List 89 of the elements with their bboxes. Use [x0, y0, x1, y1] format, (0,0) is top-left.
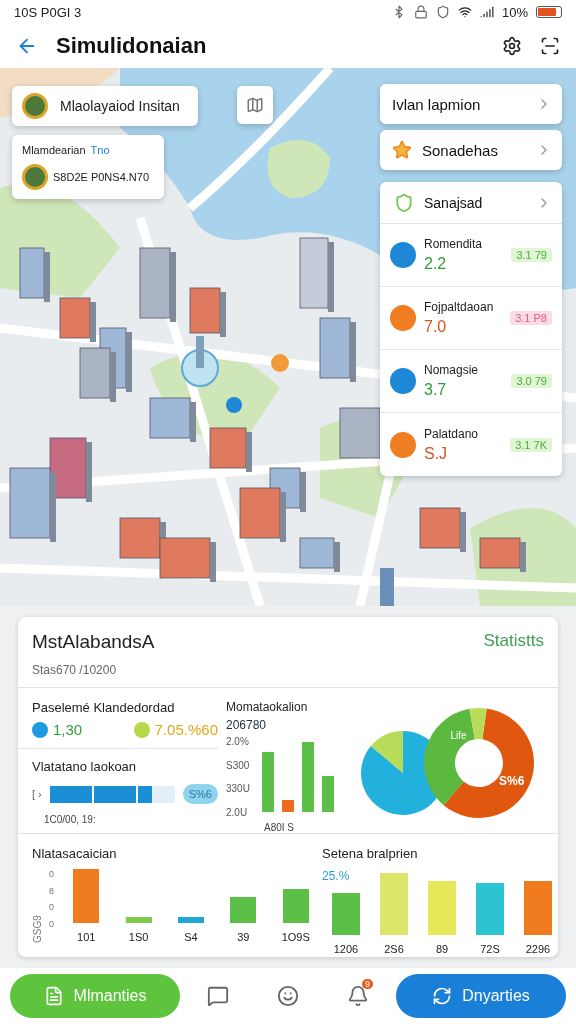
battery-icon: [536, 6, 562, 18]
bell-icon: [347, 985, 369, 1007]
status-time: 10S P0GI 3: [14, 4, 82, 20]
chart-bar: [282, 889, 309, 923]
item-value: 3.7: [424, 381, 448, 399]
location-card[interactable]: Mlaolayaiod Insitan: [12, 86, 198, 126]
map-button[interactable]: [237, 86, 273, 124]
chart-bar: [73, 869, 100, 923]
progress-prefix: [ ›: [32, 788, 42, 800]
pie-label: Life: [450, 730, 467, 741]
page-title: Simulidonaian: [56, 33, 208, 59]
item-name: Romendita: [424, 237, 484, 251]
axis-tick: 330U: [226, 783, 250, 795]
bar-label: 39: [237, 931, 250, 943]
progress-pill: S%6: [182, 784, 218, 804]
info-value: S8D2E P0NS4.N70: [53, 171, 149, 183]
bar-label: 1O9S: [281, 931, 310, 943]
notification-badge: 9: [362, 979, 373, 989]
emblem-icon: [22, 164, 48, 190]
pie-label: S%6: [499, 774, 525, 788]
smiley-icon: [277, 985, 299, 1007]
bar-label: 2S6: [384, 943, 404, 955]
chart-bar: [476, 883, 504, 935]
list-header[interactable]: Sanajsad: [380, 182, 562, 224]
scan-button[interactable]: [540, 36, 560, 56]
chart-note: 25.%: [322, 869, 351, 883]
axis-tick: 8: [49, 885, 54, 896]
stats-subtitle: Stas670 /10200: [32, 663, 118, 677]
mini-chart-total: 206780: [226, 718, 268, 732]
info-tag: Tno: [90, 144, 110, 156]
settings-button[interactable]: [502, 36, 522, 56]
chart-bar: [125, 917, 152, 923]
bar-label: 89: [435, 943, 449, 955]
chart-title: Setena bralprien: [322, 846, 419, 861]
refresh-icon: [432, 986, 453, 1006]
item-value: S.J: [424, 444, 449, 463]
map-icon: [246, 96, 264, 114]
menu-item[interactable]: Ivlan lapmion: [380, 84, 562, 124]
axis-tick: 2.0U: [226, 806, 249, 818]
stats-title: MstAlabandsA: [32, 631, 155, 653]
axis-tick: 0: [49, 918, 54, 929]
star-icon: [392, 140, 412, 160]
info-title: Mlamdearian: [22, 144, 86, 156]
summary-title: Paselemé Klandedordad: [32, 700, 176, 715]
item-value: 2.2: [424, 255, 448, 273]
location-name: Mlaolayaiod Insitan: [60, 98, 180, 114]
notification-button[interactable]: 9: [326, 977, 390, 1015]
axis-tick: 0: [49, 902, 54, 913]
bar-label: 1206: [333, 943, 359, 955]
emblem-icon: [22, 93, 48, 119]
summary-value: 7.05.%60: [154, 721, 218, 738]
chart-bar: [332, 893, 360, 935]
chart-bar: [428, 881, 456, 935]
bar-label: S4: [184, 931, 198, 943]
item-name: Palatdano: [424, 426, 480, 441]
progress-caption: 1C0/00, 19:: [43, 814, 97, 825]
axis-tick: 0: [49, 869, 54, 879]
shield-icon: [435, 5, 450, 19]
bar-label: 1S0: [128, 931, 149, 943]
mini-chart-caption: A80I S: [263, 822, 296, 833]
summary-value: 1,30: [53, 721, 83, 738]
nav-button[interactable]: Dnyarties: [396, 974, 566, 1018]
axis-tick: S300: [226, 759, 250, 771]
wifi-icon: [457, 5, 472, 19]
bar-label: 72S: [480, 943, 500, 955]
trend-badge: 3.0 79: [511, 374, 552, 388]
trend-badge: 3.1 7K: [510, 437, 552, 452]
chat-icon: [207, 985, 229, 1007]
mini-chart-title: Momataokalion: [226, 700, 309, 714]
axis-title: GSG9: [32, 914, 43, 943]
menu-item[interactable]: Sonadehas: [380, 130, 562, 170]
axis-tick: 2.0%: [226, 736, 250, 747]
battery-percent: 10%: [501, 4, 528, 20]
shield-icon: [394, 192, 414, 213]
chart-bar: [380, 873, 408, 935]
item-name: Fojpaltdaoan: [424, 300, 495, 314]
chart-bar: [230, 897, 257, 923]
bar-label: 101: [77, 931, 96, 943]
trend-badge: 3.1 P8: [510, 311, 552, 325]
item-name: Nomagsie: [424, 363, 480, 377]
progress-title: Vlatatano laokoan: [32, 759, 138, 774]
signal-icon: [479, 5, 494, 19]
item-value: 7.0: [424, 318, 448, 336]
chart-title: Nlatasacaician: [32, 846, 118, 861]
chart-bar: [524, 881, 552, 935]
lock-icon: [413, 5, 428, 19]
chart-bar: [178, 917, 204, 923]
trend-badge: 3.1 79: [511, 248, 552, 262]
bar-label: 2296: [525, 943, 551, 955]
